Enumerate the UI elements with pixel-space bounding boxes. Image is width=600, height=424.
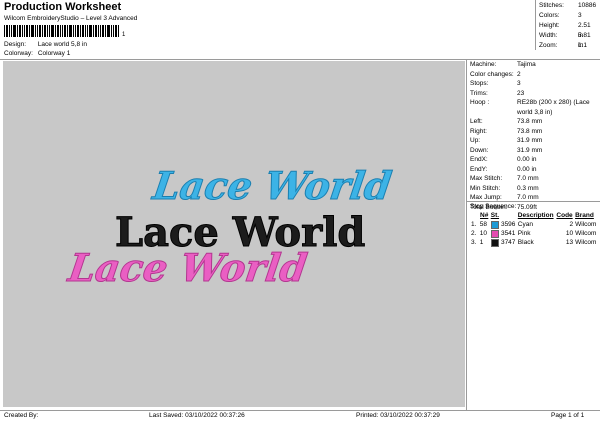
printed-date: Printed: 03/10/2022 00:37:29 xyxy=(356,412,440,419)
stop-sequence-table: N# St. Description Code Brand 1. 58 3596… xyxy=(470,211,598,247)
embroidery-design: Lace World Lace World Lace World xyxy=(64,164,395,292)
barcode xyxy=(4,25,119,37)
design-value: Lace world 5,8 in xyxy=(37,41,87,48)
color-swatch xyxy=(490,220,499,229)
stop-sequence-header: N# St. Description Code Brand xyxy=(470,211,598,220)
col-st: St. xyxy=(490,212,500,219)
created-by: Created By: xyxy=(4,412,39,419)
properties-panel: Machine: Tajima Color changes: 2 Stops: 3 T… xyxy=(470,60,598,212)
colorway-value: Colorway 1 xyxy=(37,50,71,57)
prop-right: Right: 73.8 mm xyxy=(470,127,543,135)
prop-max-stitch: Max Stitch: 7.0 mm xyxy=(470,175,539,182)
prop-min-stitch: Min Stitch: 0.3 mm xyxy=(470,184,539,192)
table-row: 1. 58 3596 Cyan 2 Wilcom xyxy=(471,220,597,229)
prop-left: Left: 73.8 mm xyxy=(470,118,543,125)
prop-up: Up: 31.9 mm xyxy=(470,137,543,144)
footer-divider xyxy=(0,410,600,411)
page-title: Production Worksheet xyxy=(4,1,122,13)
prop-machine: Machine: Tajima xyxy=(470,61,536,68)
design-label: Design: xyxy=(4,41,27,48)
design-text-cyan: Lace World xyxy=(149,164,394,209)
panel-divider xyxy=(466,60,467,410)
stat-width: Width: 5.81 in xyxy=(539,32,591,49)
colorway-row: Colorway: Colorway 1 xyxy=(4,50,70,57)
col-description: Description xyxy=(517,212,554,219)
col-n: N# xyxy=(480,212,489,219)
prop-color-changes: Color changes: 2 xyxy=(470,70,521,78)
last-saved: Last Saved: 03/10/2022 00:37:26 xyxy=(149,412,245,419)
stats-divider xyxy=(535,0,536,50)
design-row: Design: Lace world 5,8 in xyxy=(4,41,87,48)
table-row: 2. 10 3541 Pink 10 Wilcom xyxy=(471,229,597,238)
col-code: Code xyxy=(556,212,573,219)
prop-hoop: Hoop : RE28b (200 x 280) (Lace world 3,8 … xyxy=(470,99,590,116)
prop-down: Down: 31.9 mm xyxy=(470,146,543,154)
barcode-number: 1 xyxy=(122,32,126,38)
prop-stops: Stops: 3 xyxy=(470,80,521,87)
stats-panel: Stitches: 10886 Colors: 3 Height: 2.51 in W… xyxy=(539,1,597,51)
color-swatch xyxy=(490,238,499,247)
stat-colors: Colors: 3 xyxy=(539,12,582,19)
col-brand: Brand xyxy=(575,212,594,219)
table-row: 3. 1 3747 Black 13 Wilcom xyxy=(471,238,597,247)
colorway-label: Colorway: xyxy=(4,50,33,57)
page-number: Page 1 of 1 xyxy=(551,412,585,419)
stat-stitches: Stitches: 10886 xyxy=(539,2,597,9)
sequence-divider xyxy=(467,201,600,202)
prop-endx: EndX: 0.00 in xyxy=(470,156,537,163)
stat-height: Height: 2.51 in xyxy=(539,22,591,39)
design-preview: Lace World Lace World Lace World xyxy=(3,61,465,407)
stop-sequence-title: Stop Sequence: xyxy=(470,203,517,210)
design-text-black: Lace World xyxy=(115,209,365,256)
color-swatch xyxy=(490,229,499,238)
stat-zoom: Zoom: 1:1 xyxy=(539,42,588,49)
prop-endy: EndY: 0.00 in xyxy=(470,165,537,173)
software-subtitle: Wilcom EmbroideryStudio – Level 3 Advanc… xyxy=(4,15,138,22)
prop-trims: Trims: 23 xyxy=(470,89,525,97)
